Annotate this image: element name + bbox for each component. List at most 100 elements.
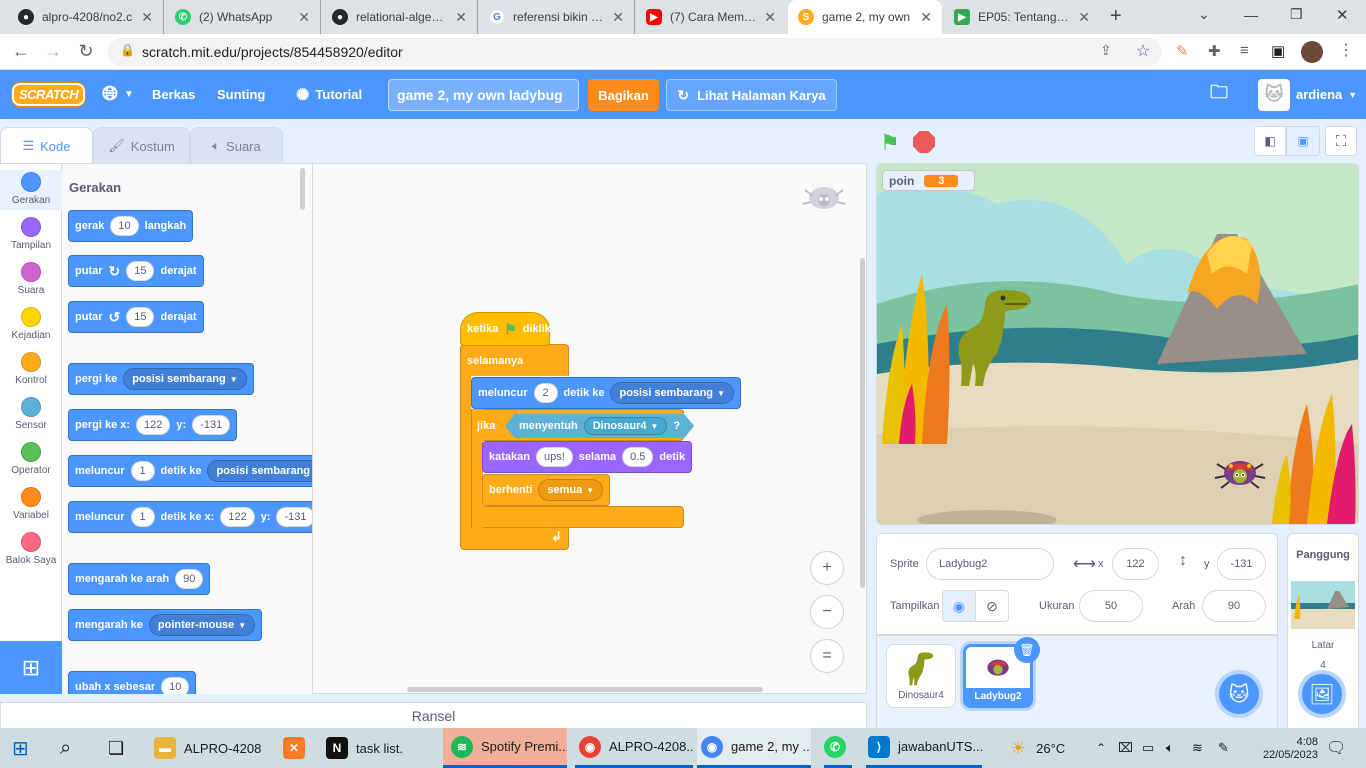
goto-target-dropdown[interactable]: posisi sembarang ▼ bbox=[123, 368, 247, 390]
x-input[interactable]: 122 bbox=[136, 415, 171, 435]
project-title-input[interactable]: game 2, my own ladybug bbox=[388, 79, 579, 111]
weather-widget[interactable]: ☀ 26°C bbox=[1010, 728, 1065, 768]
taskbar-item-xampp[interactable]: ✕ bbox=[283, 728, 307, 768]
share-page-icon[interactable]: ⇪ bbox=[1100, 42, 1112, 59]
move-steps-block[interactable]: gerak 10 langkah bbox=[68, 210, 194, 242]
category-motion[interactable]: Gerakan bbox=[0, 170, 62, 210]
my-stuff-folder-icon[interactable]: 🗀 bbox=[1210, 70, 1228, 119]
category-my-blocks[interactable]: Balok Saya bbox=[0, 532, 62, 566]
search-icon[interactable]: ⌕ bbox=[60, 728, 71, 768]
add-extension-button[interactable]: ⊞ bbox=[0, 641, 62, 694]
message-input[interactable]: ups! bbox=[535, 447, 573, 467]
green-flag-button[interactable]: ⚑ bbox=[880, 130, 900, 156]
point-towards-block[interactable]: mengarah ke pointer-mouse ▼ bbox=[68, 609, 263, 641]
pen-menu-icon[interactable]: ✎ bbox=[1218, 728, 1229, 768]
touching-sensor-block[interactable]: menyentuh Dinosaur4 ▼? bbox=[505, 414, 694, 438]
point-direction-block[interactable]: mengarah ke arah 90 bbox=[68, 563, 211, 595]
large-stage-button[interactable]: ▣ bbox=[1286, 126, 1320, 156]
steps-input[interactable]: 10 bbox=[110, 216, 139, 236]
small-stage-button[interactable]: ◧ bbox=[1254, 126, 1286, 156]
stage-canvas[interactable] bbox=[876, 163, 1359, 525]
volume-icon[interactable]: 🔈︎ bbox=[1166, 728, 1174, 768]
close-icon[interactable]: ✕ bbox=[141, 9, 153, 26]
palette-scrollbar[interactable] bbox=[300, 168, 305, 210]
browser-tab[interactable]: ✆ (2) WhatsApp ✕ bbox=[165, 0, 321, 34]
minimize-icon[interactable]: — bbox=[1244, 7, 1258, 23]
sprite-name-input[interactable]: Ladybug2 bbox=[926, 548, 1054, 580]
x-position-input[interactable]: 122 bbox=[1112, 548, 1159, 580]
zoom-in-button[interactable]: + bbox=[810, 551, 844, 585]
close-icon[interactable]: ✕ bbox=[298, 9, 310, 26]
taskbar-item-chrome-alpro[interactable]: ◉ ALPRO-4208... bbox=[575, 728, 693, 768]
change-x-input[interactable]: 10 bbox=[161, 677, 190, 694]
hide-sprite-button[interactable]: ⊘ bbox=[975, 590, 1009, 622]
edit-menu[interactable]: Sunting bbox=[217, 70, 265, 119]
start-windows-icon[interactable]: ⊞ bbox=[12, 728, 29, 768]
workspace-horizontal-scrollbar[interactable] bbox=[407, 687, 763, 692]
touching-target-dropdown[interactable]: Dinosaur4 ▼ bbox=[584, 417, 668, 435]
category-sound[interactable]: Suara bbox=[0, 262, 62, 296]
variable-monitor[interactable]: poin 3 bbox=[882, 170, 975, 191]
glide-block[interactable]: meluncur 1 detik ke posisi sembarang▼ bbox=[68, 455, 312, 487]
y-position-input[interactable]: -131 bbox=[1217, 548, 1266, 580]
direction-input[interactable]: 90 bbox=[175, 569, 204, 589]
direction-input[interactable]: 90 bbox=[1202, 590, 1266, 622]
taskbar-item-folder[interactable]: ▬ ALPRO-4208 bbox=[154, 728, 272, 768]
wifi-icon[interactable]: ≋ bbox=[1192, 728, 1203, 768]
glide-random-block[interactable]: meluncur 2 detik ke posisi sembarang ▼ bbox=[471, 377, 741, 409]
zoom-out-button[interactable]: − bbox=[810, 595, 844, 629]
side-panel-icon[interactable]: ▣ bbox=[1271, 42, 1285, 60]
category-operators[interactable]: Operator bbox=[0, 442, 62, 476]
degrees-input[interactable]: 15 bbox=[126, 261, 155, 281]
account-menu[interactable]: 🐱︎ ardiena ▼ bbox=[1258, 70, 1357, 119]
close-icon[interactable]: ✕ bbox=[612, 9, 624, 26]
when-flag-clicked-block[interactable]: ketika ⚑ diklik bbox=[460, 312, 551, 346]
notification-icon[interactable]: 🗨︎ bbox=[1326, 728, 1346, 768]
turn-right-block[interactable]: putar ↻ 15 derajat bbox=[68, 255, 204, 287]
fullscreen-button[interactable]: ⛶ bbox=[1325, 126, 1357, 156]
kebab-menu-icon[interactable]: ⋮ bbox=[1338, 40, 1354, 60]
profile-avatar[interactable] bbox=[1301, 41, 1323, 63]
add-sprite-button[interactable]: 🐱︎ bbox=[1215, 670, 1263, 718]
taskbar-item-vscode[interactable]: ⟩ jawabanUTS.... bbox=[866, 728, 982, 768]
taskbar-item-notion[interactable]: N task list. bbox=[326, 728, 436, 768]
delete-sprite-button[interactable]: 🗑︎ bbox=[1014, 637, 1040, 663]
backpack-panel[interactable]: Ransel bbox=[0, 702, 867, 729]
media-control-icon[interactable]: ≡ bbox=[1240, 42, 1249, 59]
browser-tab[interactable]: ● alpro-4208/no2.c ✕ bbox=[8, 0, 164, 34]
y-input[interactable]: -131 bbox=[276, 507, 312, 527]
reload-icon[interactable]: ↻ bbox=[75, 41, 97, 62]
category-control[interactable]: Kontrol bbox=[0, 352, 62, 386]
share-button[interactable]: Bagikan bbox=[588, 79, 659, 111]
glide-xy-block[interactable]: meluncur 1 detik ke x: 122 y: -131 bbox=[68, 501, 312, 533]
degrees-input[interactable]: 15 bbox=[126, 307, 155, 327]
browser-tab[interactable]: ● relational-algebra ✕ bbox=[322, 0, 478, 34]
address-bar[interactable]: 🔒 scratch.mit.edu/projects/854458920/edi… bbox=[108, 38, 1162, 66]
x-input[interactable]: 122 bbox=[220, 507, 255, 527]
task-view-icon[interactable]: ❏ bbox=[108, 728, 124, 768]
forward-icon[interactable]: → bbox=[42, 41, 64, 62]
turn-left-block[interactable]: putar ↺ 15 derajat bbox=[68, 301, 204, 333]
bookmark-star-icon[interactable]: ☆ bbox=[1136, 41, 1150, 61]
stop-block[interactable]: berhenti semua ▼ bbox=[482, 474, 611, 506]
category-variables[interactable]: Variabel bbox=[0, 487, 62, 521]
goto-xy-block[interactable]: pergi ke x: 122 y: -131 bbox=[68, 409, 238, 441]
stop-option-dropdown[interactable]: semua ▼ bbox=[538, 479, 604, 501]
clock[interactable]: 4:08 22/05/2023 bbox=[1262, 728, 1318, 768]
browser-tab[interactable]: ▶ EP05: Tentang Ci ✕ bbox=[944, 0, 1100, 34]
change-x-block[interactable]: ubah x sebesar 10 bbox=[68, 671, 197, 694]
show-hidden-icons-icon[interactable]: ⌃ bbox=[1096, 728, 1106, 768]
close-window-icon[interactable]: ✕ bbox=[1336, 6, 1349, 24]
scratch-logo[interactable]: SCRATCH bbox=[12, 83, 86, 106]
seconds-input[interactable]: 0.5 bbox=[622, 447, 654, 467]
close-icon[interactable]: ✕ bbox=[1078, 9, 1090, 26]
taskbar-item-whatsapp[interactable]: ✆ bbox=[824, 728, 852, 768]
file-menu[interactable]: Berkas bbox=[152, 70, 195, 119]
usb-icon[interactable]: ⌧ bbox=[1118, 728, 1133, 768]
see-project-page-button[interactable]: ↻ Lihat Halaman Karya bbox=[666, 79, 837, 111]
sprite-tile-dinosaur4[interactable]: Dinosaur4 bbox=[886, 644, 956, 708]
battery-icon[interactable]: ▭ bbox=[1142, 728, 1154, 768]
restore-icon[interactable]: ❐ bbox=[1290, 6, 1303, 23]
tab-costumes[interactable]: 🖌︎ Kostum bbox=[93, 127, 190, 164]
close-icon[interactable]: ✕ bbox=[920, 9, 932, 26]
